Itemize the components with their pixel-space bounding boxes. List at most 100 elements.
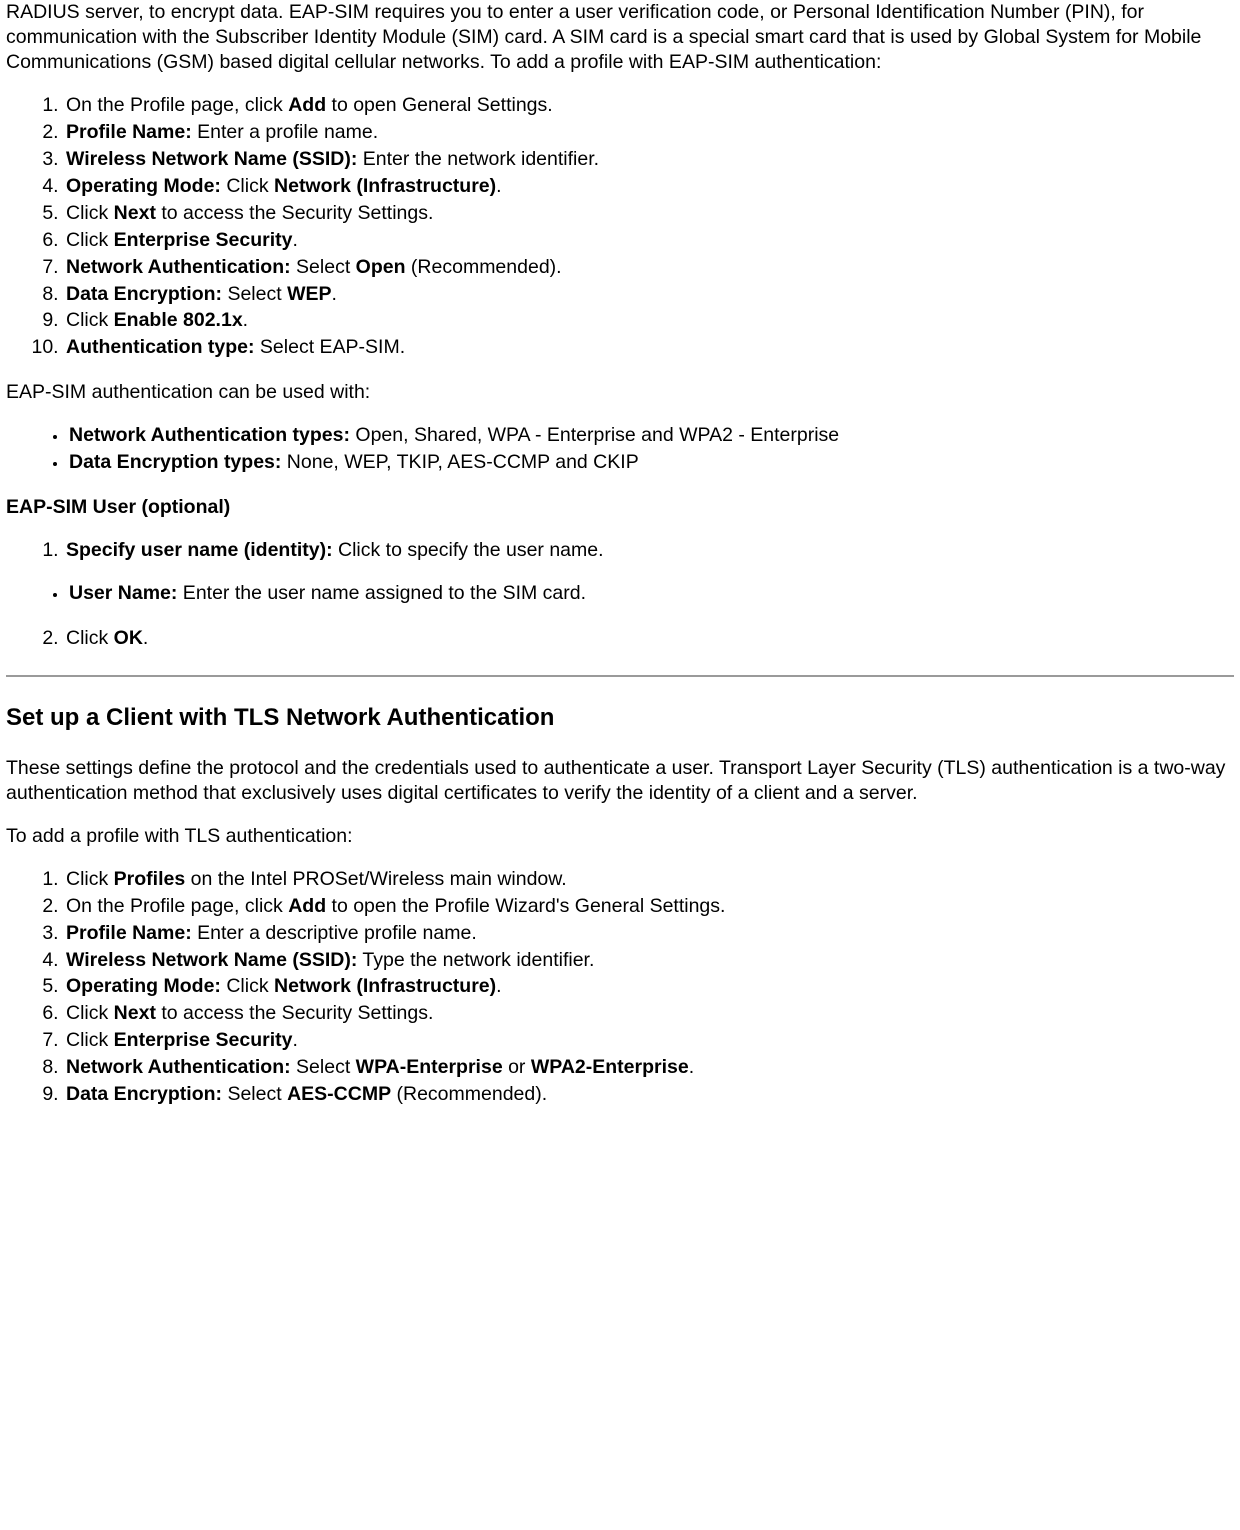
- text: (Recommended).: [391, 1083, 547, 1105]
- text: Click: [66, 229, 114, 251]
- bold-text: Network Authentication:: [66, 1056, 291, 1078]
- text: Click to specify the user name.: [333, 539, 604, 561]
- eap-sim-user-steps-part2: Click OK.: [6, 626, 1234, 651]
- text: Enter a descriptive profile name.: [192, 922, 477, 944]
- text: Select: [291, 256, 356, 278]
- bold-text: Profiles: [114, 868, 186, 890]
- text: Enter the user name assigned to the SIM …: [177, 582, 586, 604]
- list-item: Click Profiles on the Intel PROSet/Wirel…: [64, 867, 1234, 892]
- text: Select: [222, 283, 287, 305]
- bold-text: Data Encryption:: [66, 1083, 222, 1105]
- list-item: Click Enterprise Security.: [64, 228, 1234, 253]
- text: to access the Security Settings.: [156, 1002, 433, 1024]
- list-item: Click Enable 802.1x.: [64, 308, 1234, 333]
- text: Click: [66, 1002, 114, 1024]
- eap-sim-usage-intro: EAP-SIM authentication can be used with:: [6, 380, 1234, 405]
- list-item: Specify user name (identity): Click to s…: [64, 538, 1234, 563]
- tls-section-heading: Set up a Client with TLS Network Authent…: [6, 703, 1234, 734]
- bold-text: Data Encryption:: [66, 283, 222, 305]
- text: Enter a profile name.: [192, 121, 378, 143]
- bold-text: Network (Infrastructure): [274, 975, 496, 997]
- list-item: On the Profile page, click Add to open t…: [64, 894, 1234, 919]
- bold-text: Open: [356, 256, 406, 278]
- text: .: [689, 1056, 694, 1078]
- list-item: Profile Name: Enter a profile name.: [64, 120, 1234, 145]
- intro-paragraph: RADIUS server, to encrypt data. EAP-SIM …: [6, 0, 1234, 75]
- list-item: Profile Name: Enter a descriptive profil…: [64, 921, 1234, 946]
- text: .: [293, 229, 298, 251]
- tls-steps-list: Click Profiles on the Intel PROSet/Wirel…: [6, 867, 1234, 1108]
- text: Select: [291, 1056, 356, 1078]
- bold-text: Enterprise Security: [114, 1029, 293, 1051]
- list-item: Click Enterprise Security.: [64, 1028, 1234, 1053]
- list-item: Data Encryption types: None, WEP, TKIP, …: [68, 450, 1234, 475]
- text: Click: [221, 175, 274, 197]
- bold-text: Profile Name:: [66, 121, 192, 143]
- text: Click: [221, 975, 274, 997]
- text: Open, Shared, WPA - Enterprise and WPA2 …: [350, 424, 839, 446]
- list-item: Click Next to access the Security Settin…: [64, 201, 1234, 226]
- list-item: Wireless Network Name (SSID): Type the n…: [64, 948, 1234, 973]
- eap-sim-user-subheading: EAP-SIM User (optional): [6, 495, 1234, 520]
- bold-text: WPA2-Enterprise: [531, 1056, 689, 1078]
- list-item: Network Authentication types: Open, Shar…: [68, 423, 1234, 448]
- text: Select EAP-SIM.: [255, 336, 406, 358]
- eap-sim-user-sublist: User Name: Enter the user name assigned …: [6, 581, 1234, 606]
- text: to open the Profile Wizard's General Set…: [326, 895, 725, 917]
- list-item: Operating Mode: Click Network (Infrastru…: [64, 174, 1234, 199]
- bold-text: Network Authentication types:: [69, 424, 350, 446]
- bold-text: Add: [288, 895, 326, 917]
- bold-text: Next: [114, 202, 156, 224]
- tls-description-paragraph: These settings define the protocol and t…: [6, 756, 1234, 806]
- bold-text: OK: [114, 627, 143, 649]
- text: .: [496, 175, 501, 197]
- text: On the Profile page, click: [66, 94, 288, 116]
- text: Click: [66, 309, 114, 331]
- bold-text: User Name:: [69, 582, 177, 604]
- eap-sim-steps-list: On the Profile page, click Add to open G…: [6, 93, 1234, 361]
- section-divider: [6, 675, 1234, 677]
- text: Click: [66, 868, 114, 890]
- list-item: Authentication type: Select EAP-SIM.: [64, 335, 1234, 360]
- text: to open General Settings.: [326, 94, 553, 116]
- bold-text: WPA-Enterprise: [356, 1056, 503, 1078]
- text: Click: [66, 202, 114, 224]
- bold-text: Wireless Network Name (SSID):: [66, 148, 357, 170]
- text: None, WEP, TKIP, AES-CCMP and CKIP: [281, 451, 638, 473]
- bold-text: Specify user name (identity):: [66, 539, 333, 561]
- bold-text: Operating Mode:: [66, 975, 221, 997]
- text: Click: [66, 627, 114, 649]
- tls-intro-paragraph: To add a profile with TLS authentication…: [6, 824, 1234, 849]
- list-item: Network Authentication: Select WPA-Enter…: [64, 1055, 1234, 1080]
- bold-text: Network (Infrastructure): [274, 175, 496, 197]
- text: .: [496, 975, 501, 997]
- text: On the Profile page, click: [66, 895, 288, 917]
- eap-sim-user-steps-part1: Specify user name (identity): Click to s…: [6, 538, 1234, 563]
- text: or: [503, 1056, 531, 1078]
- bold-text: Data Encryption types:: [69, 451, 281, 473]
- bold-text: Wireless Network Name (SSID):: [66, 949, 357, 971]
- text: on the Intel PROSet/Wireless main window…: [185, 868, 567, 890]
- text: .: [243, 309, 248, 331]
- bold-text: Enterprise Security: [114, 229, 293, 251]
- text: Click: [66, 1029, 114, 1051]
- list-item: Wireless Network Name (SSID): Enter the …: [64, 147, 1234, 172]
- bold-text: Authentication type:: [66, 336, 255, 358]
- text: Enter the network identifier.: [357, 148, 599, 170]
- bold-text: Operating Mode:: [66, 175, 221, 197]
- list-item: Data Encryption: Select AES-CCMP (Recomm…: [64, 1082, 1234, 1107]
- list-item: User Name: Enter the user name assigned …: [68, 581, 1234, 606]
- bold-text: Add: [288, 94, 326, 116]
- bold-text: Profile Name:: [66, 922, 192, 944]
- text: .: [293, 1029, 298, 1051]
- list-item: On the Profile page, click Add to open G…: [64, 93, 1234, 118]
- bold-text: Next: [114, 1002, 156, 1024]
- eap-sim-usage-list: Network Authentication types: Open, Shar…: [6, 423, 1234, 475]
- bold-text: Enable 802.1x: [114, 309, 243, 331]
- bold-text: Network Authentication:: [66, 256, 291, 278]
- text: to access the Security Settings.: [156, 202, 433, 224]
- list-item: Network Authentication: Select Open (Rec…: [64, 255, 1234, 280]
- text: (Recommended).: [406, 256, 562, 278]
- list-item: Click OK.: [64, 626, 1234, 651]
- text: .: [332, 283, 337, 305]
